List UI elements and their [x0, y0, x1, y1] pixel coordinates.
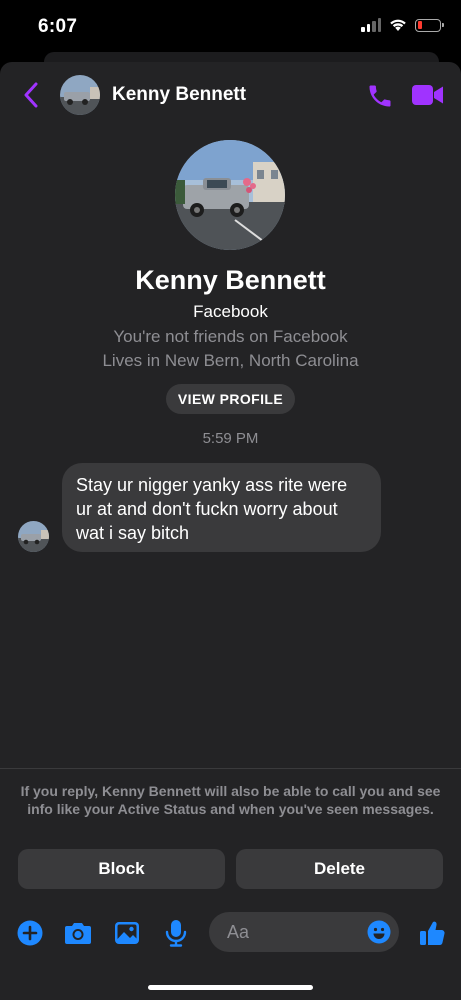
- profile-location: Lives in New Bern, North Carolina: [102, 351, 359, 370]
- message-input[interactable]: Aa: [209, 912, 399, 952]
- home-indicator[interactable]: [148, 985, 313, 990]
- status-bar: 6:07: [0, 0, 461, 56]
- emoji-button[interactable]: [367, 920, 391, 944]
- thumbs-up-icon: [420, 921, 445, 946]
- status-icons: [361, 18, 444, 32]
- sender-avatar[interactable]: [18, 521, 49, 552]
- like-button[interactable]: [418, 919, 446, 947]
- phone-icon: [369, 85, 391, 107]
- wifi-icon: [390, 19, 406, 31]
- gallery-button[interactable]: [113, 919, 141, 947]
- delete-button[interactable]: Delete: [236, 849, 443, 889]
- header-contact-name[interactable]: Kenny Bennett: [112, 84, 246, 106]
- message-request-notice: If you reply, Kenny Bennett will also be…: [20, 783, 441, 817]
- camera-icon: [65, 923, 91, 944]
- block-button[interactable]: Block: [18, 849, 225, 889]
- friend-status: You're not friends on Facebook: [113, 327, 348, 346]
- video-call-button[interactable]: [412, 84, 444, 106]
- profile-avatar[interactable]: [175, 140, 285, 250]
- audio-call-button[interactable]: [366, 82, 394, 110]
- view-profile-button[interactable]: VIEW PROFILE: [166, 384, 295, 414]
- add-button[interactable]: [16, 919, 44, 947]
- back-button[interactable]: [18, 82, 44, 108]
- chat-screen: Kenny Bennett Kenny Bennett Facebook You…: [0, 62, 461, 1000]
- status-time: 6:07: [38, 16, 78, 37]
- chat-header: Kenny Bennett: [0, 62, 461, 128]
- microphone-icon: [165, 920, 187, 947]
- video-camera-icon: [412, 85, 443, 105]
- divider: [0, 768, 461, 769]
- plus-icon: [17, 920, 43, 946]
- message-bubble[interactable]: Stay ur nigger yanky ass rite were ur at…: [62, 463, 381, 552]
- header-avatar[interactable]: [60, 75, 100, 115]
- message-timestamp: 5:59 PM: [202, 430, 259, 447]
- voice-button[interactable]: [162, 919, 190, 947]
- image-icon: [115, 922, 139, 944]
- cellular-signal-icon: [361, 18, 381, 32]
- battery-icon: [415, 18, 444, 32]
- profile-source: Facebook: [193, 302, 268, 321]
- chevron-left-icon: [24, 82, 38, 108]
- camera-button[interactable]: [64, 919, 92, 947]
- profile-name: Kenny Bennett: [135, 265, 326, 295]
- message-input-placeholder: Aa: [227, 922, 250, 942]
- emoji-icon: [367, 920, 391, 944]
